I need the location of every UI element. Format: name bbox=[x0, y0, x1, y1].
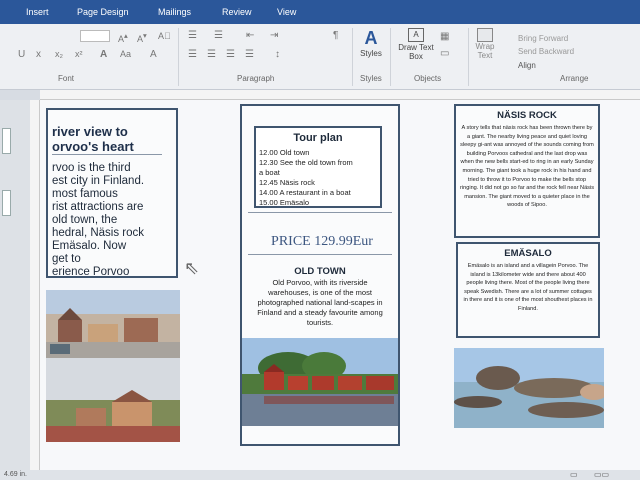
horizontal-ruler bbox=[40, 90, 640, 100]
underline-icon[interactable]: U bbox=[18, 49, 25, 60]
view-normal-icon[interactable]: ▭ bbox=[570, 470, 578, 479]
divider bbox=[248, 212, 392, 213]
ribbon-tab-bar: Insert Page Design Mailings Review View bbox=[0, 0, 640, 24]
tour-plan-title: Tour plan bbox=[293, 132, 343, 144]
nasis-rock-title: NÄSIS ROCK bbox=[497, 110, 557, 121]
tab-view[interactable]: View bbox=[277, 7, 296, 17]
tab-insert[interactable]: Insert bbox=[26, 7, 49, 17]
font-size-box[interactable] bbox=[80, 30, 110, 42]
tour-plan-item: 12.30 See the old town from bbox=[259, 158, 353, 167]
objects-group-label: Objects bbox=[414, 74, 442, 83]
arrange-group-label: Arrange bbox=[560, 74, 589, 83]
headline-rule bbox=[52, 154, 162, 155]
coastal-rocks-illustration bbox=[454, 348, 604, 428]
old-town-text: Old Porvoo, with its riverside warehouse… bbox=[257, 278, 383, 327]
superscript-icon[interactable]: x² bbox=[75, 49, 83, 59]
vertical-ruler bbox=[30, 100, 40, 472]
font-group-label: Font bbox=[58, 74, 75, 83]
ribbon-separator bbox=[178, 28, 179, 86]
bring-forward-button[interactable]: Bring Forward bbox=[518, 34, 568, 43]
text-box-icon: A bbox=[408, 28, 424, 42]
clear-format-icon[interactable]: A⃠ bbox=[158, 31, 171, 41]
styles-button-label: Styles bbox=[360, 49, 382, 58]
emasalo-box[interactable]: EMÄSALO Emäsalo is an island and a villa… bbox=[456, 242, 600, 338]
numbering-icon[interactable]: ☰ bbox=[214, 30, 223, 41]
wrap-text-icon bbox=[477, 28, 493, 42]
align-left-icon[interactable]: ☰ bbox=[188, 49, 197, 60]
change-case-icon[interactable]: Aa bbox=[120, 49, 131, 59]
ribbon: A▴ A▾ A⃠ U x x₂ x² A Aa A Font ☰ ☰ ⇤ ⇥ ¶… bbox=[0, 24, 640, 90]
tour-plan-item: 15.00 Emäsalo bbox=[259, 198, 310, 207]
align-right-icon[interactable]: ☰ bbox=[226, 49, 235, 60]
porvoo-town-photo[interactable] bbox=[46, 290, 180, 442]
wrap-text-label: Wrap Text bbox=[475, 42, 495, 60]
tour-plan-item: 14.00 A restaurant in a boat bbox=[259, 188, 351, 197]
emasalo-title: EMÄSALO bbox=[504, 248, 552, 259]
line-spacing-icon[interactable]: ↕ bbox=[275, 49, 280, 60]
ribbon-separator bbox=[390, 28, 391, 86]
coastal-rocks-photo[interactable] bbox=[454, 348, 604, 428]
mouse-cursor-icon: ⇖ bbox=[184, 258, 200, 278]
send-backward-button[interactable]: Send Backward bbox=[518, 47, 574, 56]
page-thumbnail[interactable] bbox=[2, 190, 11, 216]
tour-plan-box[interactable]: Tour plan 12.00 Old town 12.30 See the o… bbox=[254, 126, 382, 208]
decrease-indent-icon[interactable]: ⇤ bbox=[246, 30, 254, 41]
tab-page-design[interactable]: Page Design bbox=[77, 7, 129, 17]
ribbon-separator bbox=[468, 28, 469, 86]
draw-text-box-label: Draw Text Box bbox=[398, 43, 434, 61]
strikethrough-icon[interactable]: x bbox=[36, 49, 41, 60]
tour-plan-item: 12.45 Näsis rock bbox=[259, 178, 315, 187]
styles-group-label: Styles bbox=[360, 74, 382, 83]
publication-page: river view to orvoo's heart rvoo is the … bbox=[40, 100, 640, 472]
highlight-icon[interactable]: A bbox=[150, 49, 157, 60]
shrink-font-icon[interactable]: A▾ bbox=[137, 31, 147, 44]
nasis-rock-box[interactable]: NÄSIS ROCK A story tells that näsis rock… bbox=[454, 104, 600, 238]
intro-text: rvoo is the third est city in Finland. m… bbox=[52, 162, 145, 278]
old-town-title: OLD TOWN bbox=[294, 266, 346, 277]
subscript-icon[interactable]: x₂ bbox=[55, 49, 63, 59]
increase-indent-icon[interactable]: ⇥ bbox=[270, 30, 278, 41]
porvoo-town-illustration bbox=[46, 290, 180, 442]
page-navigation-pane bbox=[0, 100, 30, 472]
red-warehouses-photo[interactable] bbox=[242, 338, 398, 426]
tour-plan-list: 12.00 Old town 12.30 See the old town fr… bbox=[256, 144, 380, 208]
price-text: PRICE 129.99Eur bbox=[271, 234, 373, 249]
insert-picture-icon[interactable]: ▭ bbox=[440, 48, 449, 59]
cursor-position: 4.69 in. bbox=[4, 471, 27, 478]
red-warehouses-illustration bbox=[242, 338, 398, 426]
paragraph-group-label: Paragraph bbox=[237, 74, 275, 83]
intro-text-box[interactable]: river view to orvoo's heart rvoo is the … bbox=[46, 108, 178, 278]
tour-plan-item: 12.00 Old town bbox=[259, 148, 310, 157]
tab-review[interactable]: Review bbox=[222, 7, 252, 17]
grow-font-icon[interactable]: A▴ bbox=[118, 31, 128, 44]
ribbon-separator bbox=[352, 28, 353, 86]
bullets-icon[interactable]: ☰ bbox=[188, 30, 197, 41]
nasis-rock-text: A story tells that näsis rock has been t… bbox=[460, 125, 595, 209]
align-button[interactable]: Align bbox=[518, 61, 536, 70]
draw-text-box-button[interactable]: A Draw Text Box bbox=[396, 28, 436, 61]
styles-button[interactable]: A Styles bbox=[356, 28, 386, 58]
status-bar: 4.69 in. ▭ ▭▭ bbox=[0, 470, 640, 480]
styles-icon: A bbox=[364, 28, 378, 48]
middle-panel[interactable]: Tour plan 12.00 Old town 12.30 See the o… bbox=[240, 104, 400, 446]
tab-mailings[interactable]: Mailings bbox=[158, 7, 191, 17]
justify-icon[interactable]: ☰ bbox=[245, 49, 254, 60]
align-center-icon[interactable]: ☰ bbox=[207, 49, 216, 60]
font-color-icon[interactable]: A bbox=[100, 49, 107, 60]
insert-table-icon[interactable]: ▦ bbox=[440, 31, 449, 42]
tour-plan-item: a boat bbox=[259, 168, 280, 177]
emasalo-text: Emäsalo is an island and a villagein Por… bbox=[463, 263, 593, 312]
pilcrow-icon[interactable]: ¶ bbox=[333, 30, 338, 41]
headline: river view to orvoo's heart bbox=[52, 124, 134, 154]
wrap-text-button[interactable]: Wrap Text bbox=[472, 28, 498, 60]
page-thumbnail[interactable] bbox=[2, 128, 11, 154]
view-two-page-icon[interactable]: ▭▭ bbox=[594, 470, 609, 479]
divider bbox=[248, 254, 392, 255]
